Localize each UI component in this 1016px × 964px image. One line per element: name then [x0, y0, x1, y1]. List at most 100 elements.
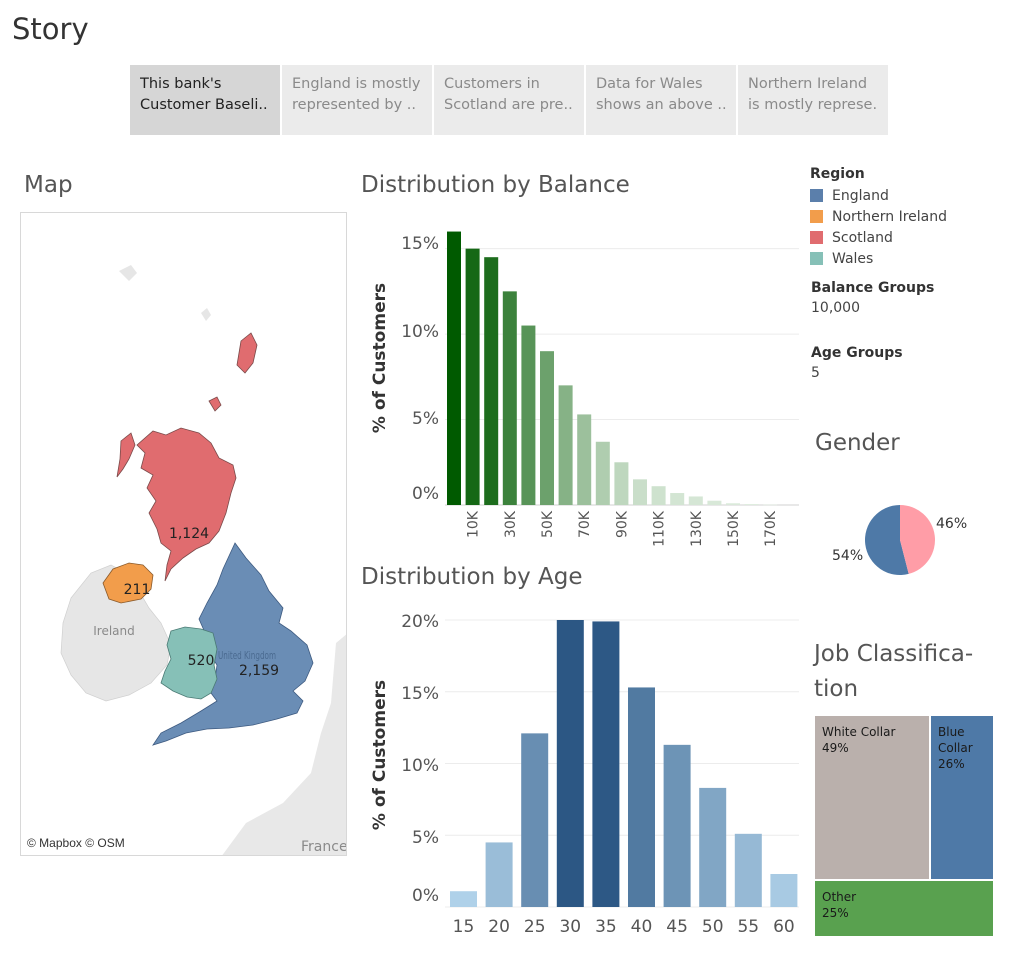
age-bar[interactable] [521, 733, 549, 907]
white-collar-pct: 49% [822, 741, 849, 755]
balance-chart[interactable]: % of Customers 15% 10% 5% 0% 10K 30K 50K 70… [361, 208, 803, 553]
scotland-region[interactable] [136, 427, 237, 582]
story-tab-1[interactable]: This bank's Customer Baseli.. [130, 65, 280, 135]
age-y-tick-0: 0% [412, 886, 439, 906]
age-bar[interactable] [628, 687, 655, 907]
age-bar[interactable] [485, 842, 513, 907]
age-groups-label: Age Groups [811, 345, 903, 361]
job-treemap[interactable]: White Collar 49% Blue Collar 26% Other 2… [815, 716, 993, 936]
age-y-tick-15: 15% [401, 684, 439, 704]
balance-chart-title: Distribution by Balance [361, 172, 630, 198]
job-title: Job Classifica- tion [814, 637, 973, 707]
age-y-axis-label: % of Customers [370, 680, 390, 830]
story-tab-2[interactable]: England is mostly represented by .. [282, 65, 432, 135]
age-x-tick-label: 35 [595, 917, 617, 937]
gender-male-label: 54% [832, 548, 864, 564]
story-tab-bar: This bank's Customer Baseli.. England is… [130, 65, 890, 135]
balance-bar[interactable] [744, 504, 759, 505]
blue-collar-pct: 26% [938, 757, 965, 771]
age-bar[interactable] [734, 833, 762, 907]
balance-y-tick-10: 10% [401, 322, 439, 342]
balance-bar[interactable] [633, 479, 647, 505]
treemap-cell-white-collar[interactable]: White Collar 49% [815, 716, 929, 879]
map-view[interactable]: 1,124 211 520 2,159 Ireland United Kingd… [20, 212, 347, 856]
story-tab-3-line1: Customers in [444, 76, 540, 92]
balance-bar[interactable] [540, 351, 554, 505]
balance-bar[interactable] [670, 493, 685, 505]
age-x-tick-label: 15 [453, 917, 475, 937]
blue-collar-label-line2: Collar [938, 741, 973, 755]
job-title-line1: Job Classifica- [814, 641, 974, 667]
legend-swatch-scotland [810, 231, 823, 244]
story-tab-4-line2: shows an above .. [596, 97, 726, 113]
story-tab-2-line1: England is mostly [292, 76, 421, 92]
balance-y-tick-15: 15% [401, 234, 439, 254]
treemap-cell-blue-collar[interactable]: Blue Collar 26% [931, 716, 993, 879]
balance-groups-param[interactable]: Balance Groups 10,000 [811, 280, 934, 316]
balance-x-tick-label: 70K [577, 510, 593, 538]
land-france-shape [256, 734, 346, 855]
balance-bar[interactable] [763, 504, 778, 506]
story-title: Story [12, 12, 89, 46]
balance-bar[interactable] [447, 231, 461, 505]
legend-item-scotland[interactable]: Scotland [810, 227, 947, 248]
balance-bar[interactable] [502, 291, 517, 505]
balance-bar[interactable] [484, 257, 499, 505]
treemap-cell-other[interactable]: Other 25% [815, 881, 993, 936]
balance-x-tick-label: 130K [689, 510, 705, 547]
orkney-shape[interactable] [208, 396, 222, 412]
region-legend: Region England Northern Ireland Scotland… [810, 166, 947, 269]
balance-bar[interactable] [595, 441, 610, 505]
story-tab-5-line1: Northern Ireland [748, 76, 868, 92]
legend-label-wales: Wales [832, 250, 874, 267]
gender-pie-area: 46% 54% [815, 500, 995, 585]
gender-female-label: 46% [936, 516, 968, 532]
legend-title: Region [810, 166, 865, 182]
age-bar[interactable] [556, 620, 584, 907]
balance-bar[interactable] [707, 500, 722, 505]
legend-label-england: England [832, 187, 889, 204]
legend-swatch-northern-ireland [810, 210, 823, 223]
age-chart[interactable]: % of Customers 20% 15% 10% 5% 0% 15 20 25 3… [361, 600, 803, 945]
age-x-tick-label: 50 [702, 917, 724, 937]
map-attribution[interactable]: © Mapbox © OSM [27, 836, 125, 850]
balance-bar[interactable] [558, 385, 573, 505]
balance-bar[interactable] [521, 325, 536, 505]
gender-pie[interactable] [815, 500, 995, 585]
legend-item-wales[interactable]: Wales [810, 248, 947, 269]
ireland-place-label: Ireland [93, 624, 135, 638]
balance-bar[interactable] [651, 486, 666, 505]
uk-place-label: United Kingdom [218, 649, 276, 662]
age-groups-param[interactable]: Age Groups 5 [811, 345, 903, 381]
legend-item-england[interactable]: England [810, 185, 947, 206]
story-tab-4[interactable]: Data for Wales shows an above .. [586, 65, 736, 135]
age-bar[interactable] [592, 621, 620, 907]
age-bar[interactable] [663, 744, 691, 907]
land-iceland-speck [119, 265, 137, 281]
age-y-tick-20: 20% [401, 612, 439, 632]
balance-bar[interactable] [614, 462, 629, 505]
age-bar[interactable] [770, 873, 798, 907]
balance-bar[interactable] [688, 496, 703, 505]
age-x-tick-label: 45 [666, 917, 688, 937]
balance-bar[interactable] [726, 503, 740, 505]
wales-count-label: 520 [188, 653, 215, 669]
story-tab-3[interactable]: Customers in Scotland are pre.. [434, 65, 584, 135]
white-collar-label: White Collar [822, 725, 896, 739]
story-tab-5-line2: is mostly represe.. [748, 97, 878, 113]
age-x-tick-label: 20 [488, 917, 510, 937]
balance-bar[interactable] [465, 248, 480, 506]
france-place-label: France [301, 839, 347, 855]
age-bar[interactable] [450, 891, 477, 907]
legend-item-northern-ireland[interactable]: Northern Ireland [810, 206, 947, 227]
scotland-isles-shape[interactable] [116, 432, 136, 478]
balance-bar[interactable] [577, 414, 592, 505]
shetland-shape[interactable] [236, 332, 258, 374]
map-canvas[interactable]: 1,124 211 520 2,159 Ireland United Kingd… [21, 213, 347, 856]
balance-x-tick-label: 30K [503, 510, 519, 538]
balance-x-tick-label: 10K [466, 510, 482, 538]
balance-x-tick-label: 150K [726, 510, 742, 547]
age-x-tick-label: 30 [559, 917, 581, 937]
age-bar[interactable] [699, 787, 727, 907]
story-tab-5[interactable]: Northern Ireland is mostly represe.. [738, 65, 888, 135]
